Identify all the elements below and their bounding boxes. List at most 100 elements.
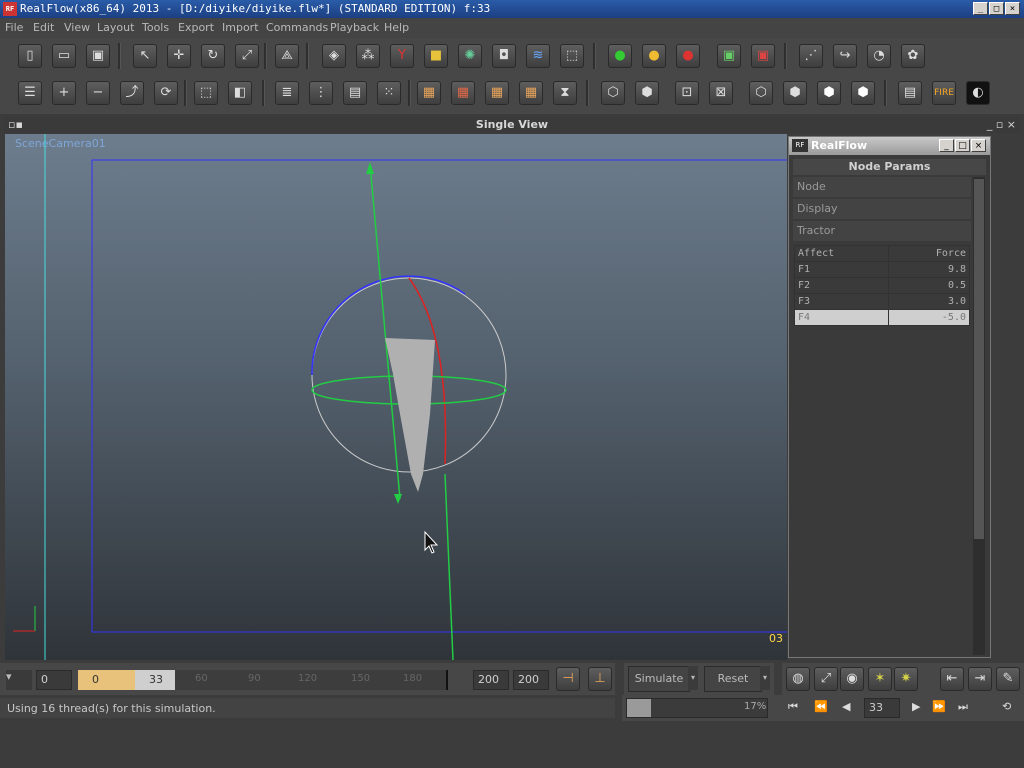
section-tractor[interactable]: Tractor — [793, 221, 971, 241]
dots-icon[interactable]: ⁙ — [377, 81, 401, 105]
menu-view[interactable]: View — [64, 21, 90, 34]
menu-tools[interactable]: Tools — [142, 21, 169, 34]
step-forward-icon[interactable]: ⏩ — [932, 700, 946, 713]
panel-maximize-button[interactable]: □ — [955, 139, 970, 152]
graph-icon[interactable]: ⋮ — [309, 81, 333, 105]
brain-script-icon[interactable]: ✿ — [901, 44, 925, 68]
rotate-tool-icon[interactable]: ↻ — [201, 44, 225, 68]
section-node[interactable]: Node — [793, 177, 971, 197]
frame-dotted-icon[interactable]: ⊠ — [709, 81, 733, 105]
timeline-options-icon[interactable]: ▾ — [6, 670, 32, 690]
red-light-icon[interactable]: ● — [676, 44, 700, 68]
viewport-window-controls[interactable]: _ ▫ × — [987, 117, 1016, 133]
table-row[interactable]: F3 3.0 — [793, 293, 970, 310]
timeline-current-frame[interactable]: 33 — [135, 670, 175, 690]
play-backward-icon[interactable]: ◀ — [842, 700, 850, 713]
menu-playback[interactable]: Playback — [330, 21, 379, 34]
axis-gizmo-icon[interactable]: ⟁ — [275, 44, 299, 68]
daemon-icon[interactable]: Y — [390, 44, 414, 68]
force-cell[interactable]: 0.5 — [888, 277, 970, 294]
force-cell[interactable]: 3.0 — [888, 293, 970, 310]
globe-icon[interactable]: ◍ — [786, 667, 810, 691]
timer-script-icon[interactable]: ◔ — [867, 44, 891, 68]
camera-icon[interactable]: ◘ — [492, 44, 516, 68]
table-row[interactable]: F2 0.5 — [793, 277, 970, 294]
minimize-button[interactable]: _ — [973, 2, 988, 15]
open-file-icon[interactable]: ▭ — [52, 44, 76, 68]
loop-icon[interactable]: ⟲ — [1002, 700, 1011, 713]
section-display[interactable]: Display — [793, 199, 971, 219]
save-file-icon[interactable]: ▣ — [86, 44, 110, 68]
object-cube-icon[interactable]: ■ — [424, 44, 448, 68]
panel-close-button[interactable]: × — [971, 139, 986, 152]
maximize-button[interactable]: □ — [989, 2, 1004, 15]
menu-help[interactable]: Help — [384, 21, 409, 34]
timeline-slider[interactable]: 0 33 60 90 120 150 180 — [78, 670, 448, 690]
close-button[interactable]: × — [1005, 2, 1020, 15]
cube-solid-icon[interactable]: ⬢ — [783, 81, 807, 105]
reset-dropdown-icon[interactable]: ▾ — [760, 666, 770, 690]
wave-icon[interactable]: ≋ — [526, 44, 550, 68]
box-split-icon[interactable]: ◧ — [228, 81, 252, 105]
keyframe-icon[interactable]: ⊣ — [556, 667, 580, 691]
export-link-icon[interactable]: ⤴ — [120, 81, 144, 105]
render-preview-icon[interactable]: ◐ — [966, 81, 990, 105]
go-to-end-icon[interactable]: ⏭ — [958, 700, 968, 714]
reset-button[interactable]: Reset — [704, 666, 762, 692]
fire-icon[interactable]: FIRE — [932, 81, 956, 105]
particles-icon[interactable]: ⁂ — [356, 44, 380, 68]
select-tool-icon[interactable]: ↖ — [133, 44, 157, 68]
visibility-eye-icon[interactable]: ◉ — [840, 667, 864, 691]
menu-edit[interactable]: Edit — [33, 21, 54, 34]
export-list-icon[interactable]: ☰ — [18, 81, 42, 105]
mesh-icon[interactable]: ✺ — [458, 44, 482, 68]
export-remove-icon[interactable]: − — [86, 81, 110, 105]
green-light-icon[interactable]: ● — [608, 44, 632, 68]
menu-file[interactable]: File — [5, 21, 23, 34]
texture-a-icon[interactable]: ▦ — [417, 81, 441, 105]
table-row[interactable]: F1 9.8 — [793, 261, 970, 278]
hourglass-icon[interactable]: ⧗ — [553, 81, 577, 105]
daemon-multi-icon[interactable]: ✷ — [894, 667, 918, 691]
timeline-start-field[interactable]: 0 — [36, 670, 72, 690]
timeline-range-start[interactable]: 0 — [78, 670, 135, 690]
menu-layout[interactable]: Layout — [97, 21, 134, 34]
step-back-icon[interactable]: ⏪ — [814, 700, 828, 713]
render-settings-icon[interactable]: ▤ — [898, 81, 922, 105]
layers-icon[interactable]: ≣ — [275, 81, 299, 105]
cube-outline-icon[interactable]: ⬡ — [749, 81, 773, 105]
ruler-icon[interactable]: ▤ — [343, 81, 367, 105]
emitter-icon[interactable]: ◈ — [322, 44, 346, 68]
texture-d-icon[interactable]: ▦ — [519, 81, 543, 105]
scale-tool-icon[interactable]: ⤢ — [235, 44, 259, 68]
viewport-menu-icon[interactable]: ▫▪ — [8, 117, 23, 133]
new-file-icon[interactable]: ▯ — [18, 44, 42, 68]
set-key-icon[interactable]: ⊥ — [588, 667, 612, 691]
timeline-end-field[interactable]: 200 — [473, 670, 509, 690]
box-icon[interactable]: ⬚ — [194, 81, 218, 105]
panel-title-bar[interactable]: RF RealFlow _ □ × — [789, 137, 990, 155]
panel-scrollbar[interactable] — [973, 177, 985, 655]
align-right-icon[interactable]: ⇥ — [968, 667, 992, 691]
particle-script-icon[interactable]: ⋰ — [799, 44, 823, 68]
simulate-button[interactable]: Simulate — [628, 666, 690, 692]
align-left-icon[interactable]: ⇤ — [940, 667, 964, 691]
edit-curve-icon[interactable]: ⤢ — [814, 667, 838, 691]
cube-shaded-icon[interactable]: ⬢ — [851, 81, 875, 105]
cube-white-icon[interactable]: ⬢ — [817, 81, 841, 105]
table-row-selected[interactable]: F4 -5.0 — [793, 309, 970, 326]
frame-icon[interactable]: ⊡ — [675, 81, 699, 105]
move-tool-icon[interactable]: ✛ — [167, 44, 191, 68]
current-frame-field[interactable]: 33 — [864, 698, 900, 718]
3d-viewport[interactable]: SceneCamera01 03 — [5, 134, 787, 660]
cube-dotted-icon[interactable]: ⬢ — [635, 81, 659, 105]
tools-wrench-icon[interactable]: ✎ — [996, 667, 1020, 691]
menu-import[interactable]: Import — [222, 21, 259, 34]
menu-commands[interactable]: Commands — [266, 21, 328, 34]
reset-state-icon[interactable]: ▣ — [751, 44, 775, 68]
panel-scrollbar-thumb[interactable] — [974, 179, 984, 539]
go-to-start-icon[interactable]: ⏮ — [788, 700, 798, 714]
cube-wire-icon[interactable]: ⬡ — [601, 81, 625, 105]
timeline-max-field[interactable]: 200 — [513, 670, 549, 690]
play-forward-icon[interactable]: ▶ — [912, 700, 920, 713]
